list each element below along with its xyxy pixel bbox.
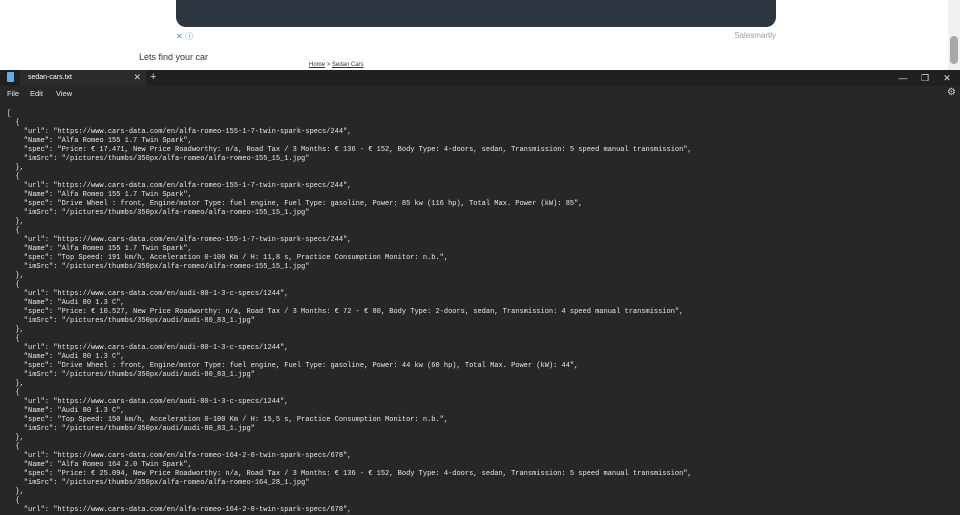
webpage-scroll-thumb[interactable] bbox=[950, 36, 958, 64]
code-line: "url": "https://www.cars-data.com/en/aud… bbox=[7, 398, 289, 406]
code-line: "spec": "Price: € 17.471, New Price Road… bbox=[7, 146, 692, 154]
code-line: { bbox=[7, 389, 20, 397]
code-line: "spec": "Top Speed: 191 km/h, Accelerati… bbox=[7, 254, 449, 262]
code-line: }, bbox=[7, 272, 24, 280]
settings-gear-icon[interactable]: ⚙ bbox=[947, 87, 956, 98]
code-line: "url": "https://www.cars-data.com/en/alf… bbox=[7, 182, 352, 190]
code-line: { bbox=[7, 281, 20, 289]
code-line: }, bbox=[7, 488, 24, 496]
code-line: "imSrc": "/pictures/thumbs/350px/alfa-ro… bbox=[7, 209, 310, 217]
code-line: [ bbox=[7, 110, 12, 118]
code-line: "Name": "Alfa Romeo 164 2.0 Twin Spark", bbox=[7, 461, 192, 469]
code-line: "url": "https://www.cars-data.com/en/alf… bbox=[7, 128, 352, 136]
tab-close-icon[interactable]: ✕ bbox=[133, 72, 141, 83]
code-line: }, bbox=[7, 434, 24, 442]
tab-title: sedan-cars.txt bbox=[28, 74, 72, 81]
code-line: "imSrc": "/pictures/thumbs/350px/audi/au… bbox=[7, 425, 255, 433]
code-line: "url": "https://www.cars-data.com/en/alf… bbox=[7, 236, 352, 244]
code-line: "Name": "Alfa Romeo 155 1.7 Twin Spark", bbox=[7, 245, 192, 253]
code-line: "Name": "Alfa Romeo 155 1.7 Twin Spark", bbox=[7, 137, 192, 145]
code-line: { bbox=[7, 227, 20, 235]
ad-banner[interactable] bbox=[176, 0, 776, 27]
code-line: "Name": "Alfa Romeo 155 1.7 Twin Spark", bbox=[7, 191, 192, 199]
code-line: "imSrc": "/pictures/thumbs/350px/audi/au… bbox=[7, 317, 255, 325]
breadcrumb-separator: > bbox=[326, 62, 331, 68]
breadcrumb: Home > Sedan Cars bbox=[309, 62, 364, 68]
code-line: "url": "https://www.cars-data.com/en/aud… bbox=[7, 344, 289, 352]
text-editor[interactable]: [ { "url": "https://www.cars-data.com/en… bbox=[0, 102, 960, 515]
code-line: "Name": "Audi 80 1.3 C", bbox=[7, 407, 125, 415]
tab-sedan-cars[interactable]: sedan-cars.txt ✕ bbox=[20, 70, 146, 86]
menu-edit[interactable]: Edit bbox=[30, 89, 43, 98]
menu-file[interactable]: File bbox=[7, 89, 19, 98]
maximize-button[interactable]: ❐ bbox=[914, 71, 936, 85]
notepad-menubar: File Edit View ⚙ bbox=[0, 86, 960, 102]
code-line: "spec": "Drive Wheel : front, Engine/mot… bbox=[7, 362, 579, 370]
code-line: { bbox=[7, 119, 20, 127]
ad-close-icon[interactable]: ✕ ⓘ bbox=[176, 31, 193, 42]
code-line: "spec": "Price: € 10.527, New Price Road… bbox=[7, 308, 684, 316]
code-line: "url": "https://www.cars-data.com/en/aud… bbox=[7, 290, 289, 298]
code-line: "url": "https://www.cars-data.com/en/alf… bbox=[7, 506, 352, 514]
notepad-app-icon bbox=[7, 72, 14, 82]
breadcrumb-current-link[interactable]: Sedan Cars bbox=[332, 62, 364, 68]
code-line: "imSrc": "/pictures/thumbs/350px/audi/au… bbox=[7, 371, 255, 379]
minimize-button[interactable]: — bbox=[892, 71, 914, 85]
code-line: "imSrc": "/pictures/thumbs/350px/alfa-ro… bbox=[7, 263, 310, 271]
code-line: "imSrc": "/pictures/thumbs/350px/alfa-ro… bbox=[7, 155, 310, 163]
code-line: "spec": "Price: € 25.094, New Price Road… bbox=[7, 470, 692, 478]
code-line: }, bbox=[7, 164, 24, 172]
code-line: }, bbox=[7, 326, 24, 334]
code-line: "spec": "Top Speed: 150 km/h, Accelerati… bbox=[7, 416, 449, 424]
code-line: "spec": "Drive Wheel : front, Engine/mot… bbox=[7, 200, 583, 208]
code-line: }, bbox=[7, 380, 24, 388]
code-line: }, bbox=[7, 218, 24, 226]
code-line: { bbox=[7, 173, 20, 181]
code-line: { bbox=[7, 335, 20, 343]
page-heading: Lets find your car bbox=[139, 52, 209, 62]
code-line: { bbox=[7, 497, 20, 505]
new-tab-button[interactable]: + bbox=[150, 71, 156, 83]
browser-webpage: ✕ ⓘ Salesmartly Lets find your car Home … bbox=[0, 0, 960, 70]
code-line: "Name": "Audi 80 1.3 C", bbox=[7, 299, 125, 307]
code-line: "imSrc": "/pictures/thumbs/350px/alfa-ro… bbox=[7, 479, 310, 487]
code-line: { bbox=[7, 443, 20, 451]
code-line: "Name": "Audi 80 1.3 C", bbox=[7, 353, 125, 361]
ad-brand-label: Salesmartly bbox=[734, 31, 776, 40]
breadcrumb-home-link[interactable]: Home bbox=[309, 62, 325, 68]
code-line: "url": "https://www.cars-data.com/en/alf… bbox=[7, 452, 352, 460]
webpage-scrollbar[interactable] bbox=[948, 0, 960, 70]
notepad-titlebar: sedan-cars.txt ✕ + — ❐ ✕ bbox=[0, 70, 960, 86]
menu-view[interactable]: View bbox=[56, 89, 72, 98]
close-window-button[interactable]: ✕ bbox=[936, 71, 958, 85]
